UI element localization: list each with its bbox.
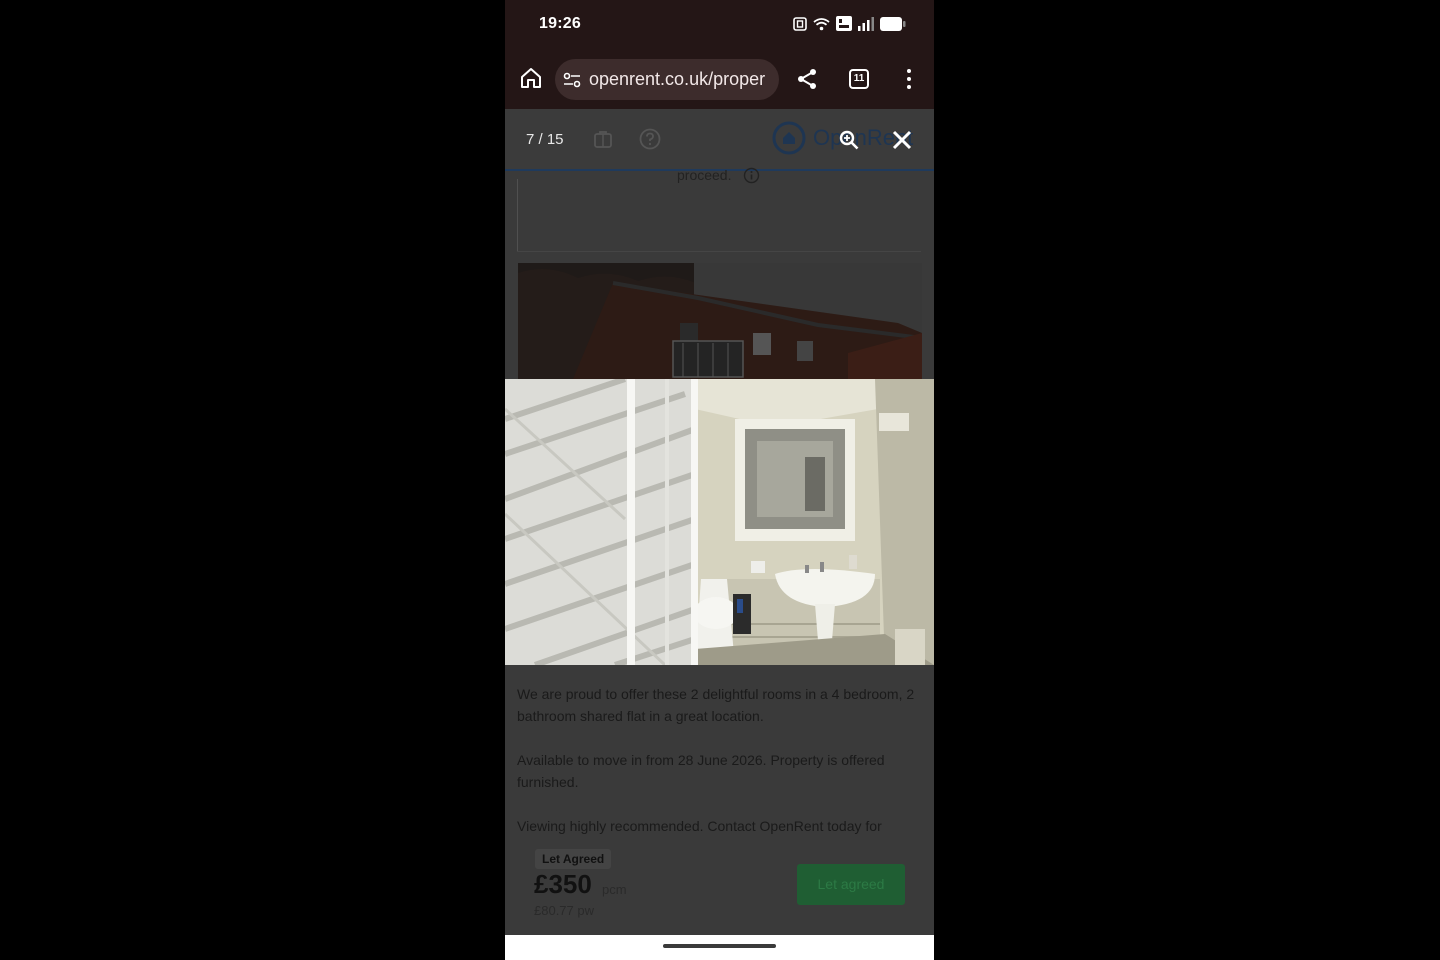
price-bar: Let Agreed £350 pcm £80.77 pw Let agreed [505, 839, 934, 935]
card-border [517, 179, 518, 251]
description-paragraph: We are proud to offer these 2 delightful… [517, 686, 915, 724]
price-weekly: £80.77 pw [534, 903, 594, 918]
wifi-icon [813, 17, 830, 30]
gallery-header: 7 / 15 OpenRent [505, 109, 934, 171]
card-divider [517, 251, 921, 252]
price: £350 [534, 869, 592, 899]
building-photo [518, 263, 922, 379]
status-badge: Let Agreed [535, 849, 612, 869]
status-icons [793, 16, 906, 31]
browser-toolbar: openrent.co.uk/proper 11 [505, 50, 934, 109]
home-gesture-handle[interactable] [663, 944, 776, 948]
home-icon[interactable] [519, 66, 543, 90]
description-paragraph: Available to move in from 28 June 2026. … [517, 752, 885, 790]
briefcase-icon [594, 131, 612, 148]
share-icon[interactable] [795, 67, 819, 91]
site-settings-icon[interactable] [563, 71, 581, 89]
price-unit: pcm [602, 882, 627, 897]
status-bar: 19:26 [505, 0, 934, 50]
let-agreed-button[interactable]: Let agreed [797, 864, 905, 905]
zoom-icon[interactable] [839, 130, 859, 150]
url-bar[interactable]: openrent.co.uk/proper [555, 59, 779, 100]
web-page: 7 / 15 OpenRent proceed. We are proud to… [505, 109, 934, 935]
description: We are proud to offer these 2 delightful… [517, 683, 927, 859]
volte-icon [836, 16, 852, 31]
signal-icon [858, 16, 874, 31]
photo-counter: 7 / 15 [526, 131, 564, 148]
phone-screen: 19:26 openrent.co.uk/proper 11 7 / 15 Op… [505, 0, 934, 960]
gesture-navigation-bar [505, 935, 934, 960]
nfc-icon [793, 16, 807, 31]
battery-icon [880, 16, 906, 31]
description-paragraph: Viewing highly recommended. Contact Open… [517, 818, 882, 834]
url-text[interactable]: openrent.co.uk/proper [589, 69, 765, 90]
help-icon [639, 128, 661, 150]
gallery-photo [505, 379, 934, 665]
info-icon [743, 167, 760, 184]
proceed-text: proceed. [677, 167, 732, 183]
close-icon[interactable] [891, 129, 913, 151]
logo-house-icon [772, 121, 806, 155]
tab-switcher-button[interactable]: 11 [849, 69, 869, 89]
more-menu-icon[interactable] [905, 67, 913, 91]
status-time: 19:26 [539, 15, 581, 32]
